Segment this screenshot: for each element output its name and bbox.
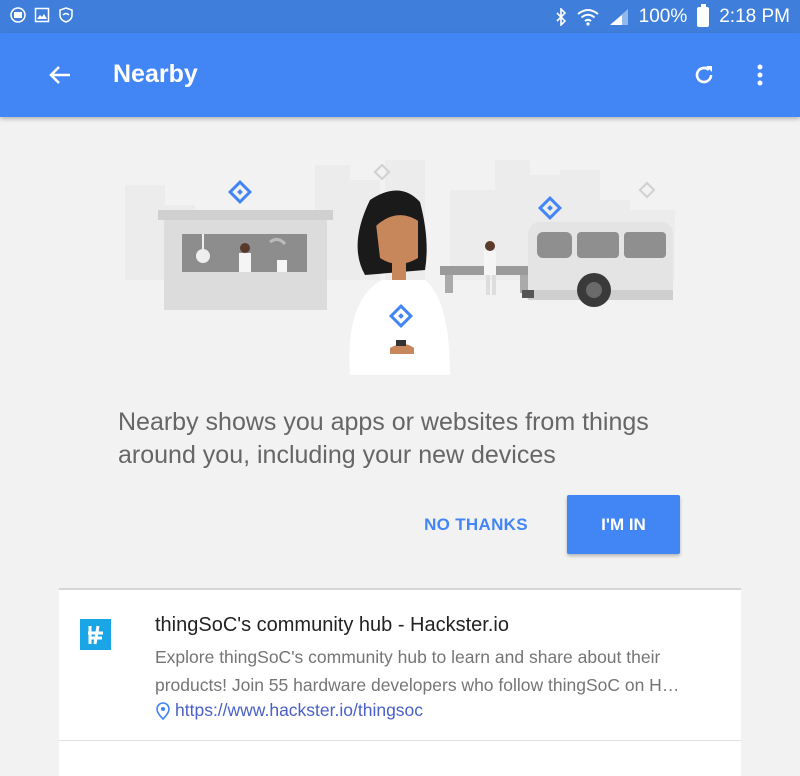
bus-illustration — [522, 222, 673, 307]
status-left-icons — [10, 7, 74, 23]
refresh-button[interactable] — [682, 53, 726, 97]
result-card[interactable]: thingSoC's community hub - Hackster.io E… — [59, 590, 741, 740]
battery-percent: 100% — [638, 5, 688, 27]
im-in-button[interactable]: I'M IN — [567, 495, 680, 554]
more-vert-icon — [757, 64, 763, 86]
result-description: Explore thingSoC's community hub to lear… — [155, 647, 680, 695]
faded-diamond-icon — [638, 181, 656, 199]
kiosk-illustration — [158, 210, 333, 310]
status-bar: 100% 2:18 PM — [0, 0, 800, 33]
chat-icon — [10, 7, 26, 23]
next-result-card[interactable] — [59, 740, 741, 776]
nearby-illustration — [125, 160, 675, 375]
back-button[interactable] — [38, 53, 82, 97]
woman-illustration — [349, 190, 450, 375]
app-bar: Nearby — [0, 33, 800, 117]
beacon-pin-icon — [156, 701, 170, 720]
intro-text: Nearby shows you apps or websites from t… — [118, 408, 649, 469]
result-title: thingSoC's community hub - Hackster.io — [155, 614, 509, 636]
clock: 2:18 PM — [719, 5, 790, 27]
status-right: 100% 2:18 PM — [555, 0, 790, 33]
wifi-icon — [577, 8, 599, 26]
refresh-icon — [695, 66, 713, 84]
no-thanks-button[interactable]: NO THANKS — [405, 496, 547, 554]
battery-icon — [697, 3, 710, 27]
hackster-logo-icon — [80, 619, 111, 650]
page-title: Nearby — [113, 60, 198, 88]
result-url: https://www.hackster.io/thingsoc — [175, 700, 424, 720]
signal-icon — [609, 8, 628, 25]
result-link[interactable]: https://www.hackster.io/thingsoc — [155, 700, 423, 721]
more-options-button[interactable] — [738, 53, 782, 97]
beacon-diamond-icon — [227, 179, 253, 205]
shield-icon — [59, 7, 73, 23]
back-arrow-icon — [49, 66, 70, 84]
bluetooth-icon — [556, 7, 566, 26]
image-icon — [34, 7, 50, 23]
